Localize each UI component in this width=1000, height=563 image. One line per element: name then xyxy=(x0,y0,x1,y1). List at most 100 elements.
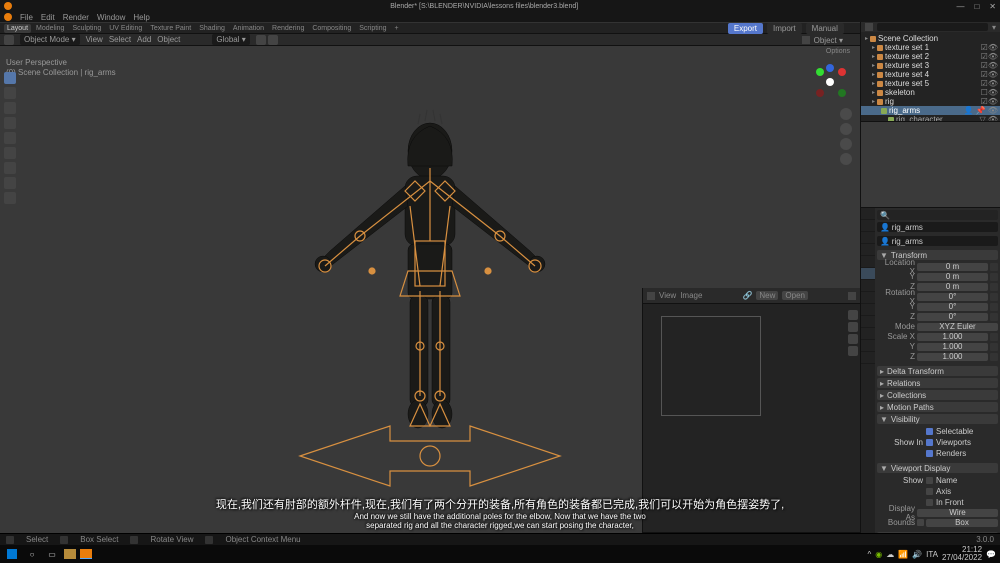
bounds-field[interactable]: Box xyxy=(926,519,998,527)
outliner-item[interactable]: ▸texture set 2☑👁 xyxy=(861,52,1000,61)
header-menu-select[interactable]: Select xyxy=(109,35,131,44)
image-link-icon[interactable]: 🔗 xyxy=(742,291,752,300)
renders-checkbox[interactable] xyxy=(926,450,933,457)
taskview-icon[interactable]: ▭ xyxy=(44,547,60,561)
selectable-checkbox[interactable] xyxy=(926,428,933,435)
outliner-item[interactable]: ▸texture set 5☑👁 xyxy=(861,79,1000,88)
export-button[interactable]: Export xyxy=(728,23,763,34)
image-display-icon[interactable] xyxy=(848,292,856,300)
outliner-item-toggles[interactable]: ☑👁 xyxy=(981,52,998,61)
image-tool-1[interactable] xyxy=(848,310,858,320)
start-button[interactable] xyxy=(4,547,20,561)
outliner-item-toggles[interactable]: ▽ 👁 xyxy=(979,115,998,122)
prop-tab-viewlayer[interactable] xyxy=(861,232,875,244)
outliner-item-toggles[interactable]: ☑👁 xyxy=(981,61,998,70)
visibility-toggle-icon[interactable] xyxy=(802,36,810,44)
tab-shading[interactable]: Shading xyxy=(196,24,228,33)
scale-y-field[interactable]: 1.000 xyxy=(917,343,988,351)
tool-cursor[interactable] xyxy=(4,87,16,99)
prop-tab-modifier[interactable] xyxy=(861,280,875,292)
section-relations[interactable]: ▸Relations xyxy=(877,378,998,388)
menu-edit[interactable]: Edit xyxy=(41,13,55,22)
header-menu-object[interactable]: Object xyxy=(157,35,180,44)
snap-toggle[interactable] xyxy=(256,35,266,45)
outliner-item[interactable]: ▸Scene Collection xyxy=(861,34,1000,43)
lock-icon[interactable] xyxy=(990,303,998,311)
image-new-button[interactable]: New xyxy=(756,291,778,300)
outliner-search[interactable] xyxy=(877,23,988,31)
prop-tab-material[interactable] xyxy=(861,352,875,364)
tray-wifi-icon[interactable]: 📶 xyxy=(898,550,908,559)
tab-sculpting[interactable]: Sculpting xyxy=(69,24,104,33)
header-menu-view[interactable]: View xyxy=(86,35,103,44)
tool-select[interactable] xyxy=(4,72,16,84)
import-button[interactable]: Import xyxy=(767,23,802,34)
outliner-item-toggles[interactable]: ☑👁 xyxy=(981,43,998,52)
orientation-selector[interactable]: Global ▾ xyxy=(212,34,249,45)
navigation-gizmo[interactable] xyxy=(812,64,848,100)
tab-add[interactable]: + xyxy=(392,24,402,33)
section-motion-paths[interactable]: ▸Motion Paths xyxy=(877,402,998,412)
image-tool-2[interactable] xyxy=(848,322,858,332)
blender-taskbar-icon[interactable] xyxy=(80,549,92,559)
outliner-item[interactable]: rig_character▽ 👁 xyxy=(861,115,1000,122)
prop-tab-bone[interactable] xyxy=(861,340,875,352)
prop-tab-constraint[interactable] xyxy=(861,316,875,328)
section-collections[interactable]: ▸Collections xyxy=(877,390,998,400)
lock-icon[interactable] xyxy=(990,343,998,351)
lock-icon[interactable] xyxy=(990,283,998,291)
axis-checkbox[interactable] xyxy=(926,488,933,495)
minimize-button[interactable]: — xyxy=(956,2,964,11)
location-x-field[interactable]: 0 m xyxy=(917,263,988,271)
prop-tab-physics[interactable] xyxy=(861,304,875,316)
prop-tab-particles[interactable] xyxy=(861,292,875,304)
section-viewport-display[interactable]: ▼Viewport Display xyxy=(877,463,998,473)
tab-texture-paint[interactable]: Texture Paint xyxy=(147,24,194,33)
app-menu-icon[interactable] xyxy=(4,13,12,21)
location-y-field[interactable]: 0 m xyxy=(917,273,988,281)
prop-tab-object[interactable] xyxy=(861,268,875,280)
explorer-icon[interactable] xyxy=(64,549,76,559)
taskbar-clock[interactable]: 21:12 27/04/2022 xyxy=(942,546,982,562)
close-button[interactable]: ✕ xyxy=(989,2,996,11)
tab-uv-editing[interactable]: UV Editing xyxy=(106,24,145,33)
prop-tab-data[interactable] xyxy=(861,328,875,340)
menu-window[interactable]: Window xyxy=(97,13,125,22)
tab-layout[interactable]: Layout xyxy=(4,24,31,33)
camera-icon[interactable] xyxy=(840,138,852,150)
tool-annotate[interactable] xyxy=(4,162,16,174)
viewports-checkbox[interactable] xyxy=(926,439,933,446)
tool-move[interactable] xyxy=(4,102,16,114)
tray-nvidia-icon[interactable]: ◉ xyxy=(875,550,882,559)
perspective-icon[interactable] xyxy=(840,153,852,165)
outliner-item-toggles[interactable]: ☑👁 xyxy=(981,97,998,106)
image-editor-type-icon[interactable] xyxy=(647,292,655,300)
rotation-z-field[interactable]: 0° xyxy=(917,313,988,321)
outliner-item-toggles[interactable]: ☑👁 xyxy=(981,70,998,79)
editor-type-icon[interactable] xyxy=(4,35,14,45)
outliner-item[interactable]: rig_arms👤 📌 👁 xyxy=(861,106,1000,115)
properties-search-bar[interactable]: 🔍 xyxy=(877,210,998,220)
zoom-icon[interactable] xyxy=(840,108,852,120)
outliner-item[interactable]: ▸texture set 4☑👁 xyxy=(861,70,1000,79)
image-menu-image[interactable]: Image xyxy=(680,291,702,300)
tray-lang[interactable]: ITA xyxy=(926,550,938,559)
pan-icon[interactable] xyxy=(840,123,852,135)
lock-icon[interactable] xyxy=(990,333,998,341)
outliner-filter-icon[interactable]: ▾ xyxy=(992,23,996,32)
object-name-field[interactable]: 👤 rig_arms xyxy=(877,236,998,246)
tab-scripting[interactable]: Scripting xyxy=(356,24,389,33)
outliner-item-toggles[interactable]: ☑👁 xyxy=(981,79,998,88)
mode-selector[interactable]: Object Mode ▾ xyxy=(20,34,80,45)
rotation-y-field[interactable]: 0° xyxy=(917,303,988,311)
tool-measure[interactable] xyxy=(4,177,16,189)
viewport-options[interactable]: Options xyxy=(826,48,850,55)
maximize-button[interactable]: □ xyxy=(974,2,979,11)
outliner-item[interactable]: ▸skeleton☐👁 xyxy=(861,88,1000,97)
tray-chevron-icon[interactable]: ^ xyxy=(867,550,871,559)
breadcrumb[interactable]: 👤 rig_arms xyxy=(877,222,998,232)
tab-modeling[interactable]: Modeling xyxy=(33,24,67,33)
scale-z-field[interactable]: 1.000 xyxy=(917,353,988,361)
outliner-item-toggles[interactable]: ☐👁 xyxy=(981,88,998,97)
lock-icon[interactable] xyxy=(990,313,998,321)
